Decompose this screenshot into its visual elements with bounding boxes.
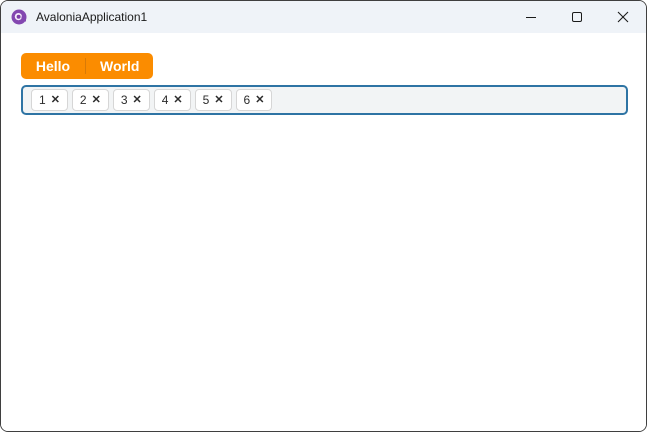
chip-close-icon[interactable]: ✕	[214, 94, 223, 106]
close-icon	[617, 11, 629, 23]
chip-label: 4	[161, 93, 169, 107]
chip-2: 2 ✕	[71, 89, 109, 111]
titlebar[interactable]: AvaloniaApplication1	[1, 1, 646, 33]
chip-close-icon[interactable]: ✕	[51, 94, 60, 106]
app-window: AvaloniaApplication1 Hello World 1 ✕ 2 ✕…	[0, 0, 647, 432]
close-button[interactable]	[600, 1, 646, 33]
tab-hello[interactable]: Hello	[21, 53, 85, 79]
chip-label: 3	[120, 93, 128, 107]
chip-close-icon[interactable]: ✕	[92, 94, 101, 106]
chip-label: 2	[79, 93, 87, 107]
chip-4: 4 ✕	[153, 89, 191, 111]
minimize-button[interactable]	[508, 1, 554, 33]
tab-strip: Hello World	[21, 53, 154, 79]
maximize-button[interactable]	[554, 1, 600, 33]
chip-close-icon[interactable]: ✕	[173, 94, 182, 106]
main-content: Hello World 1 ✕ 2 ✕ 3 ✕ 4 ✕ 5 ✕ 6 ✕	[1, 33, 646, 431]
maximize-icon	[572, 12, 582, 22]
chip-5: 5 ✕	[194, 89, 232, 111]
avalonia-logo-icon	[11, 9, 27, 25]
chip-close-icon[interactable]: ✕	[133, 94, 142, 106]
minimize-icon	[526, 16, 536, 18]
window-title: AvaloniaApplication1	[36, 10, 148, 24]
chip-3: 3 ✕	[112, 89, 150, 111]
chip-label: 5	[202, 93, 210, 107]
chip-label: 1	[39, 93, 46, 107]
chips-input-box[interactable]: 1 ✕ 2 ✕ 3 ✕ 4 ✕ 5 ✕ 6 ✕	[21, 85, 628, 115]
chip-label: 6	[243, 93, 251, 107]
chip-close-icon[interactable]: ✕	[255, 94, 264, 106]
chip-6: 6 ✕	[235, 89, 273, 111]
chip-1: 1 ✕	[31, 89, 68, 111]
tab-world[interactable]: World	[86, 53, 153, 79]
